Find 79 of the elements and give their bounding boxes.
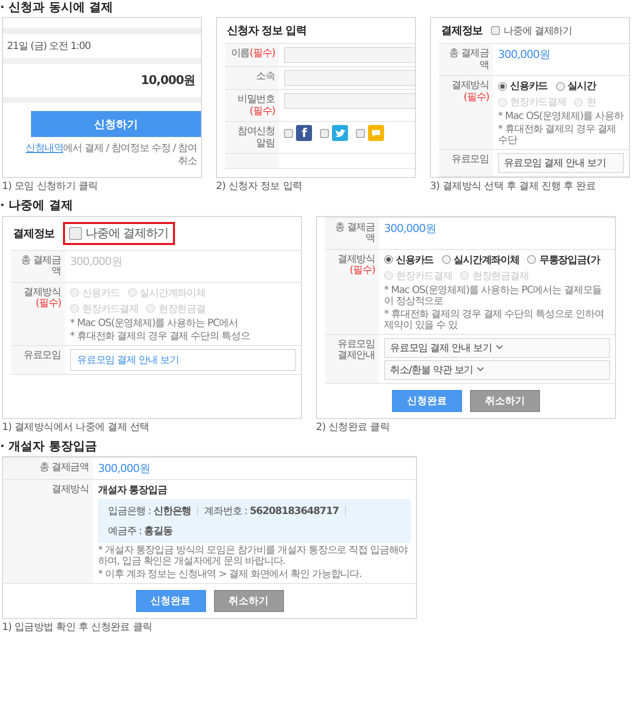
payment-option[interactable]: 실시간	[556, 79, 596, 94]
step-caption: 1) 결제방식에서 나중에 결제 선택	[2, 422, 150, 434]
history-link[interactable]: 신청내역	[26, 143, 64, 154]
section-title: · 나중에 결제	[0, 198, 74, 213]
notice-text: * Mac OS(운영체제)를 사용하는 PC에서	[70, 318, 240, 329]
pay-later-checkbox[interactable]: 나중에 결제하기	[62, 222, 175, 245]
payment-option[interactable]: 신용카드	[384, 252, 434, 267]
text-input[interactable]	[284, 70, 415, 86]
notice-text: * 이후 계좌 정보는 신청내역 > 결제 화면에서 확인 가능합니다.	[98, 569, 363, 580]
total-amount: 300,000원	[98, 461, 151, 476]
total-amount: 300,000원	[70, 254, 123, 269]
payment-option[interactable]: 실시간계좌이체	[442, 252, 520, 267]
section-title: · 신청과 동시에 결제	[0, 0, 114, 14]
field-label: 비밀번호 (필수)	[225, 90, 279, 122]
form-button[interactable]: 취소하기	[214, 590, 284, 612]
account-info: 계좌번호 : 56208183648717	[204, 505, 339, 518]
total-amount: 300,000원	[498, 47, 551, 62]
form-title: 결제정보	[13, 226, 55, 241]
total-amount: 300,000원	[384, 220, 437, 236]
field-label: 결제방식 (필수)	[11, 282, 65, 345]
pay-later-checkbox[interactable]: 나중에 결제하기	[490, 24, 572, 38]
field-label: 총 결제금액	[439, 44, 493, 76]
section-title: · 개설자 통장입금	[0, 438, 98, 454]
notice-text: * 휴대전화 결제의 경우 결제 수단의 특성으	[70, 330, 251, 342]
chevron-down-icon	[477, 367, 484, 372]
chevron-down-icon	[496, 345, 503, 350]
text-input[interactable]	[284, 47, 415, 64]
checkbox[interactable]	[356, 128, 365, 138]
form-button[interactable]: 취소하기	[470, 390, 540, 412]
apply-note: 신청내역에서 결제 / 참여정보 수정 / 참여 취소	[24, 142, 198, 169]
notice-text: * 휴대전화 결제의 경우 결제 수단	[498, 124, 618, 146]
radio-icon[interactable]	[556, 82, 565, 91]
text-input[interactable]	[284, 93, 415, 110]
step-caption: 1) 모임 신청하기 클릭	[2, 181, 99, 194]
field-label: 참여신청알림	[225, 122, 279, 154]
step-caption: 1) 입금방법 확인 후 신청완료 클릭	[2, 622, 154, 634]
checkbox[interactable]	[320, 128, 329, 138]
event-date: 21일 (금) 오전 1:00	[6, 40, 92, 54]
form-button[interactable]: 신청완료	[136, 590, 206, 612]
field-label: 이름(필수)	[225, 44, 279, 66]
field-label: 결제방식 (필수)	[439, 76, 493, 150]
field-label: 결제방식 (필수)	[325, 250, 379, 334]
field-label: 유료모임	[439, 150, 493, 176]
field-label: 유료모임	[11, 346, 65, 374]
checkbox[interactable]	[490, 26, 500, 36]
step-caption: 2) 신청완료 클릭	[316, 422, 391, 434]
checkbox[interactable]	[284, 128, 293, 138]
field-label: 소속	[225, 67, 279, 90]
radio-icon[interactable]	[384, 255, 393, 264]
step-caption: 2) 신청자 정보 입력	[216, 181, 304, 194]
checkbox[interactable]	[68, 226, 82, 240]
form-button[interactable]: 신청완료	[392, 390, 462, 412]
method-title: 개설자 통장입금	[98, 484, 168, 498]
account-info: 예금주 : 홍길동	[108, 525, 172, 538]
notice-text: * Mac OS(운영체제)를 사용하는 PC에서는 결제모듈이 정상적으로	[384, 284, 603, 307]
notice-text: * Mac OS(운영체제)를 사용하	[498, 111, 624, 122]
form-title: 신청자 정보 입력	[227, 23, 306, 38]
payment-option[interactable]: 신용카드	[498, 79, 548, 94]
payment-option[interactable]: 무통장입금(가	[527, 252, 600, 267]
price-text: 10,000원	[140, 72, 196, 90]
guide-link[interactable]: 유료모임 결제 안내 보기	[70, 348, 296, 371]
notice-text: * 휴대전화 결제의 경우 결제 수단의 특성으로 인하여 제약이 있을 수 있	[384, 308, 605, 331]
step-caption: 3) 결제방식 선택 후 결제 진행 후 완료	[430, 181, 597, 194]
radio-icon[interactable]	[498, 82, 507, 91]
guide-dropdown[interactable]: 취소/환불 약관 보기	[384, 360, 610, 380]
form-title: 결제정보	[441, 23, 483, 38]
field-label: 총 결제금액	[11, 250, 65, 282]
notice-text: * 개설자 통장입금 방식의 모임은 참가비를 개설자 통장으로 직접 입금해야 하며, 입금 확인은 개설자에게 문의 바랍니다.	[98, 545, 409, 568]
radio-icon[interactable]	[442, 255, 451, 264]
apply-button[interactable]: 신청하기	[31, 111, 201, 138]
radio-icon[interactable]	[527, 255, 536, 264]
field-label: 총 결제금액	[325, 218, 379, 249]
facebook-icon: f	[296, 125, 312, 142]
guide-box[interactable]: 유료모임 결제 안내 보기	[498, 153, 624, 174]
field-label: 총 결제금액	[3, 458, 93, 480]
field-label: 유료모임 결제안내	[325, 334, 379, 383]
guide-dropdown[interactable]: 유료모임 결제 안내 보기	[384, 338, 610, 358]
field-label: 결제방식	[3, 480, 93, 584]
account-info: 입금은행 : 신한은행	[108, 505, 192, 518]
